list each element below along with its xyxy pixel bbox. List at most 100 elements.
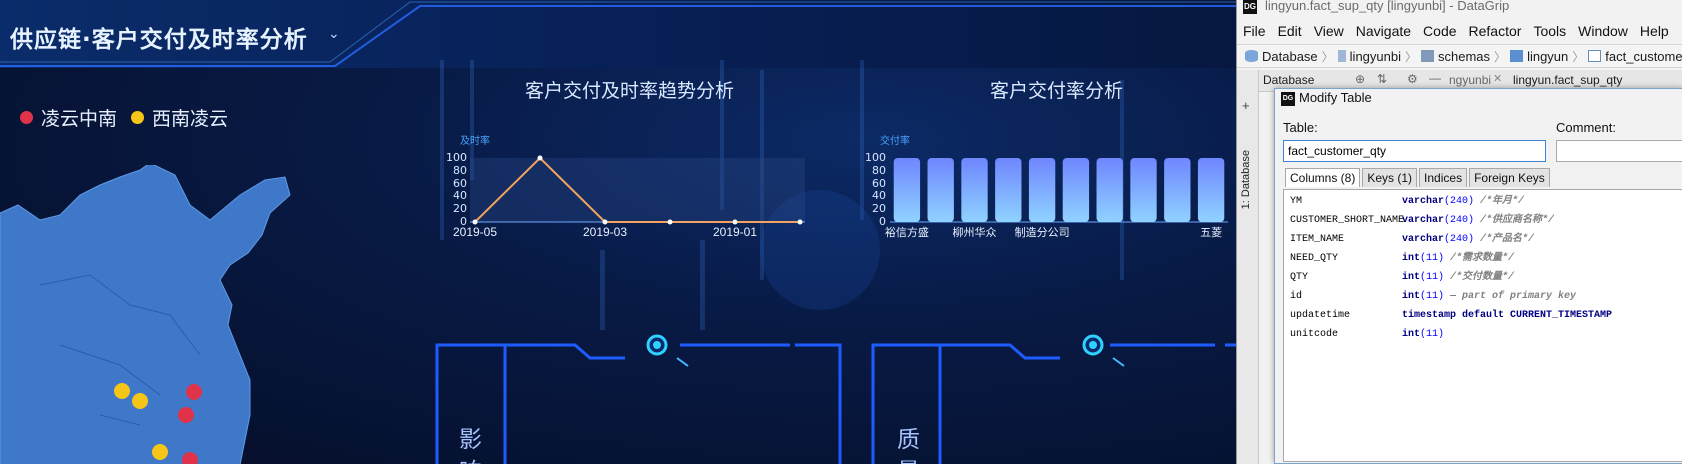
dialog-title: Modify Table [1299, 90, 1372, 105]
bar-chart-xtick: 五菱 [1200, 226, 1222, 239]
menu-bar: File Edit View Navigate Code Refactor To… [1237, 20, 1669, 42]
editor-tab-datasource[interactable]: ngyunbi [1449, 73, 1491, 87]
close-icon[interactable]: ✕ [1493, 72, 1502, 85]
datagrip-window: DG lingyun.fact_sup_qty [lingyunbi] - Da… [1236, 0, 1682, 464]
panel-label-2: 响 [459, 452, 482, 464]
bar[interactable] [1164, 158, 1191, 222]
editor-tab-table[interactable]: lingyun.fact_sup_qty [1513, 73, 1622, 87]
column-type: varchar [1402, 234, 1445, 245]
breadcrumb-separator: 〉 [1405, 49, 1418, 64]
menu-tools[interactable]: Tools [1533, 23, 1566, 39]
map-marker-xinan[interactable] [152, 444, 168, 460]
menu-file[interactable]: File [1243, 23, 1266, 39]
column-length: (240) [1444, 196, 1475, 207]
database-tool-tab[interactable]: 1: Database [1240, 150, 1252, 209]
left-tool-strip: + 1: Database [1237, 70, 1259, 464]
bar-chart[interactable]: 裕信方盛 柳州华众 制造分公司 五菱 [0, 0, 1236, 240]
tab-foreign-keys[interactable]: Foreign Keys [1469, 168, 1550, 187]
breadcrumb-separator: 〉 [1321, 49, 1334, 64]
table-row[interactable]: CUSTOMER_SHORT_NAME varchar(240) /*供应商名称*… [1284, 212, 1682, 230]
column-definition: int(11) /*交付数量*/ [1402, 269, 1514, 287]
table-row[interactable]: QTY int(11) /*交付数量*/ [1284, 269, 1682, 287]
bar[interactable] [893, 158, 921, 222]
table-name-input[interactable] [1283, 140, 1546, 162]
column-name: QTY [1290, 272, 1309, 283]
panel-label-1: 影 [459, 427, 482, 453]
column-comment: /*供应商名称*/ [1474, 215, 1555, 226]
menu-navigate[interactable]: Navigate [1356, 23, 1411, 39]
collapse-icon[interactable]: ⇅ [1377, 72, 1387, 86]
column-comment: /*需求数量*/ [1444, 253, 1515, 264]
column-comment: /*年月*/ [1474, 196, 1525, 207]
column-length: (11) [1420, 291, 1445, 302]
folder-icon [1421, 50, 1435, 62]
column-length: (11) [1420, 272, 1445, 283]
column-definition: int(11) — part of primary key [1402, 288, 1576, 306]
menu-window[interactable]: Window [1578, 23, 1628, 39]
bar[interactable] [927, 158, 954, 222]
minimize-icon[interactable]: — [1429, 71, 1441, 85]
breadcrumb-schemas[interactable]: schemas [1438, 49, 1490, 64]
map-marker-zhongnan[interactable] [186, 384, 202, 400]
menu-help[interactable]: Help [1640, 23, 1669, 39]
bar-chart-xtick: 制造分公司 [1015, 225, 1070, 239]
menu-edit[interactable]: Edit [1278, 23, 1302, 39]
modify-table-dialog: DG Modify Table Table: Comment: Columns … [1274, 88, 1682, 464]
map-marker-xinan[interactable] [114, 383, 130, 399]
map-marker-xinan[interactable] [132, 393, 148, 409]
map-marker-zhongnan[interactable] [182, 452, 198, 464]
column-name: unitcode [1290, 329, 1339, 340]
bar[interactable] [961, 158, 988, 222]
bar[interactable] [995, 158, 1022, 222]
breadcrumb: Database 〉 lingyunbi 〉 schemas 〉 lingyun… [1237, 44, 1682, 68]
column-name: NEED_QTY [1290, 253, 1339, 264]
table-row[interactable]: NEED_QTY int(11) /*需求数量*/ [1284, 250, 1682, 268]
table-row[interactable]: unitcode int(11) [1284, 326, 1682, 344]
column-definition: timestamp default CURRENT_TIMESTAMP [1402, 307, 1612, 325]
column-name: YM [1290, 196, 1303, 207]
bar[interactable] [1096, 158, 1123, 222]
schema-icon [1510, 50, 1524, 62]
bar[interactable] [1197, 158, 1225, 222]
breadcrumb-datasource[interactable]: lingyunbi [1350, 49, 1401, 64]
table-row[interactable]: id int(11) — part of primary key [1284, 288, 1682, 306]
tab-keys[interactable]: Keys (1) [1362, 168, 1418, 187]
breadcrumb-database[interactable]: Database [1262, 49, 1318, 64]
table-row[interactable]: ITEM_NAME varchar(240) /*产品名*/ [1284, 231, 1682, 249]
table-row[interactable]: updatetime timestamp default CURRENT_TIME… [1284, 307, 1682, 325]
bar-chart-xtick: 柳州华众 [953, 225, 997, 239]
column-comment: /*交付数量*/ [1444, 272, 1515, 283]
window-title: lingyun.fact_sup_qty [lingyunbi] - DataG… [1265, 0, 1510, 13]
tab-indices[interactable]: Indices [1419, 168, 1468, 187]
add-icon[interactable]: + [1242, 98, 1250, 113]
table-label: Table: [1283, 120, 1318, 135]
database-panel-tab[interactable]: Database [1263, 73, 1314, 87]
target-icon[interactable]: ⊕ [1355, 72, 1365, 86]
gear-icon[interactable]: ⚙ [1407, 72, 1418, 86]
column-type: int [1402, 291, 1421, 302]
column-type: int [1402, 272, 1421, 283]
dialog-tabs: Columns (8) Keys (1) Indices Foreign Key… [1285, 168, 1552, 187]
columns-table[interactable]: YM varchar(240) /*年月*/CUSTOMER_SHORT_NAME… [1283, 189, 1682, 462]
menu-refactor[interactable]: Refactor [1469, 23, 1522, 39]
column-comment: /*产品名*/ [1474, 234, 1535, 245]
bar-chart-xtick: 裕信方盛 [885, 225, 929, 239]
column-name: CUSTOMER_SHORT_NAME [1290, 215, 1405, 226]
breadcrumb-schema[interactable]: lingyun [1527, 49, 1568, 64]
panel-label-4: 量 [897, 452, 920, 464]
bar[interactable] [1130, 158, 1157, 222]
column-type: varchar [1402, 196, 1445, 207]
column-length: (11) [1420, 329, 1445, 340]
map-marker-zhongnan[interactable] [178, 407, 194, 423]
bar[interactable] [1028, 158, 1056, 222]
column-definition: varchar(240) /*产品名*/ [1402, 231, 1534, 249]
breadcrumb-table[interactable]: fact_customer_q [1605, 49, 1682, 64]
tab-columns[interactable]: Columns (8) [1285, 168, 1361, 187]
table-row[interactable]: YM varchar(240) /*年月*/ [1284, 193, 1682, 211]
menu-view[interactable]: View [1314, 23, 1344, 39]
menu-code[interactable]: Code [1423, 23, 1456, 39]
column-name: ITEM_NAME [1290, 234, 1345, 245]
comment-input[interactable] [1556, 140, 1682, 162]
window-titlebar: DG lingyun.fact_sup_qty [lingyunbi] - Da… [1237, 0, 1682, 16]
bar[interactable] [1062, 158, 1090, 222]
